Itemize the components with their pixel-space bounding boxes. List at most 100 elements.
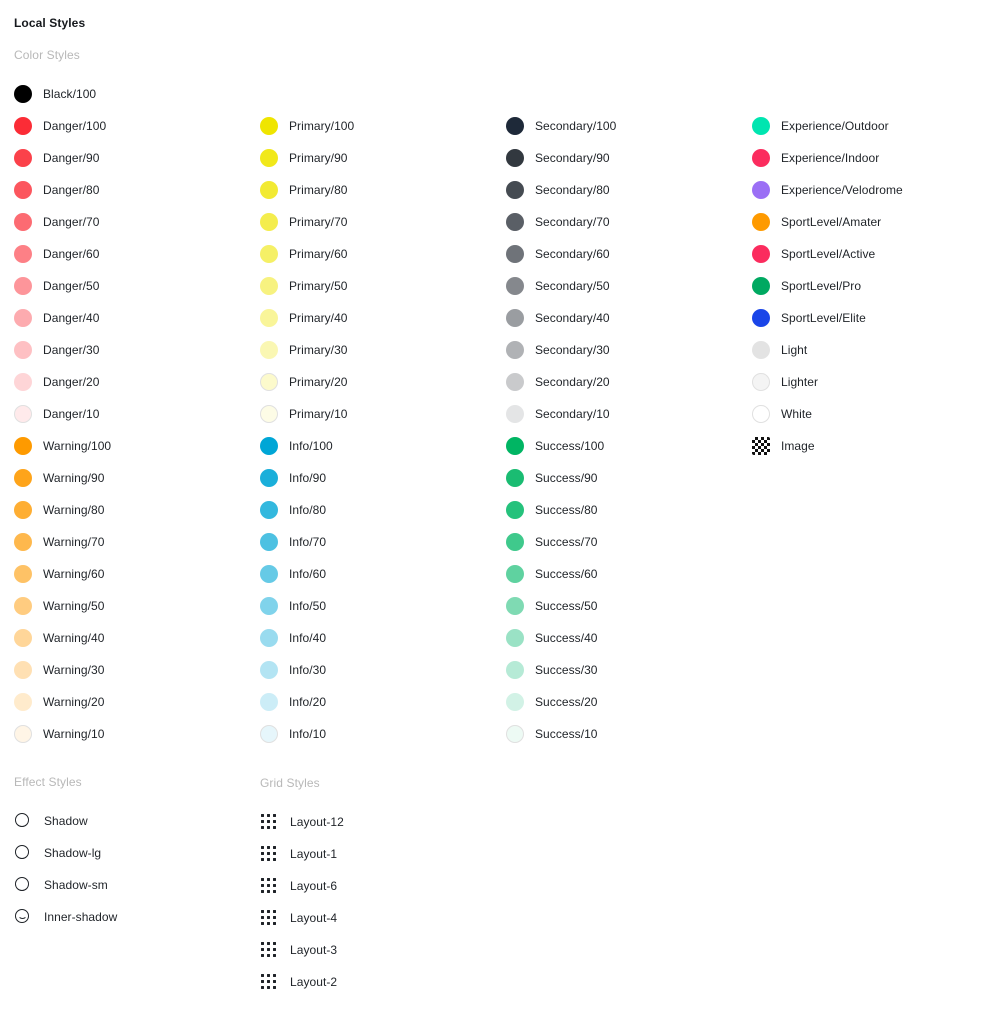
color-style-row[interactable]: Secondary/50	[492, 270, 738, 302]
color-style-row[interactable]: Success/100	[492, 430, 738, 462]
color-style-row[interactable]: Danger/40	[0, 302, 246, 334]
color-style-row[interactable]: Warning/10	[0, 718, 246, 750]
color-style-row[interactable]: Info/70	[246, 526, 492, 558]
color-style-row[interactable]: SportLevel/Active	[738, 238, 984, 270]
color-style-row[interactable]: Info/50	[246, 590, 492, 622]
color-style-row[interactable]: Danger/100	[0, 110, 246, 142]
color-style-row[interactable]: Primary/60	[246, 238, 492, 270]
color-style-row[interactable]: Info/40	[246, 622, 492, 654]
color-style-row[interactable]: Warning/50	[0, 590, 246, 622]
color-style-row[interactable]: Info/10	[246, 718, 492, 750]
color-style-row[interactable]: Secondary/10	[492, 398, 738, 430]
color-style-row[interactable]: Primary/80	[246, 174, 492, 206]
color-style-row[interactable]: Success/70	[492, 526, 738, 558]
color-style-row[interactable]: Warning/20	[0, 686, 246, 718]
color-style-row[interactable]: White	[738, 398, 984, 430]
color-style-row[interactable]: SportLevel/Elite	[738, 302, 984, 334]
color-style-row[interactable]: Info/30	[246, 654, 492, 686]
color-style-name: Success/70	[535, 535, 598, 549]
color-style-row[interactable]: Secondary/30	[492, 334, 738, 366]
color-style-row[interactable]: Success/40	[492, 622, 738, 654]
color-style-row[interactable]: Success/60	[492, 558, 738, 590]
color-style-row[interactable]: Danger/70	[0, 206, 246, 238]
grid-style-row[interactable]: Layout-12	[246, 806, 492, 838]
color-style-row[interactable]: Experience/Indoor	[738, 142, 984, 174]
color-style-row[interactable]: Success/80	[492, 494, 738, 526]
color-style-name: Danger/50	[43, 279, 100, 293]
color-style-row[interactable]: Success/50	[492, 590, 738, 622]
color-style-row[interactable]: Danger/90	[0, 142, 246, 174]
color-style-row[interactable]: Danger/80	[0, 174, 246, 206]
color-swatch-secondary-60	[506, 245, 524, 263]
color-style-name: Warning/70	[43, 535, 105, 549]
color-style-row[interactable]: Success/30	[492, 654, 738, 686]
effect-style-row[interactable]: Shadow	[0, 805, 246, 837]
color-style-row[interactable]: Lighter	[738, 366, 984, 398]
color-style-row[interactable]: SportLevel/Pro	[738, 270, 984, 302]
color-style-row[interactable]: Secondary/60	[492, 238, 738, 270]
color-style-name: Warning/10	[43, 727, 105, 741]
color-style-row[interactable]: Warning/90	[0, 462, 246, 494]
color-swatch-danger-60	[14, 245, 32, 263]
color-style-row[interactable]: SportLevel/Amater	[738, 206, 984, 238]
color-style-row[interactable]: Secondary/100	[492, 110, 738, 142]
color-style-row[interactable]: Warning/100	[0, 430, 246, 462]
color-style-row[interactable]: Light	[738, 334, 984, 366]
color-style-name: Secondary/30	[535, 343, 610, 357]
color-style-row[interactable]: Secondary/20	[492, 366, 738, 398]
color-style-name: Primary/30	[289, 343, 348, 357]
color-style-row[interactable]: Warning/70	[0, 526, 246, 558]
color-swatch-secondary-80	[506, 181, 524, 199]
color-style-row[interactable]: Black/100	[0, 78, 246, 110]
color-style-name: Info/10	[289, 727, 327, 741]
color-style-name: Warning/90	[43, 471, 105, 485]
color-style-row[interactable]: Experience/Outdoor	[738, 110, 984, 142]
color-style-row[interactable]: Info/60	[246, 558, 492, 590]
color-style-row[interactable]: Danger/30	[0, 334, 246, 366]
color-style-row[interactable]: Info/90	[246, 462, 492, 494]
color-swatch-primary-90	[260, 149, 278, 167]
color-swatch-lighter	[752, 373, 770, 391]
color-style-row[interactable]: Secondary/80	[492, 174, 738, 206]
effect-style-row[interactable]: Inner-shadow	[0, 901, 246, 933]
grid-style-row[interactable]: Layout-1	[246, 838, 492, 870]
grid-style-row[interactable]: Layout-2	[246, 966, 492, 998]
color-style-row[interactable]: Primary/20	[246, 366, 492, 398]
color-style-row[interactable]: Info/100	[246, 430, 492, 462]
effect-style-row[interactable]: Shadow-lg	[0, 837, 246, 869]
effect-style-row[interactable]: Shadow-sm	[0, 869, 246, 901]
color-swatch-danger-100	[14, 117, 32, 135]
color-style-row[interactable]: Primary/90	[246, 142, 492, 174]
color-style-row[interactable]: Secondary/90	[492, 142, 738, 174]
color-style-row[interactable]: Primary/40	[246, 302, 492, 334]
color-style-row[interactable]: Primary/100	[246, 110, 492, 142]
color-style-row[interactable]: Primary/10	[246, 398, 492, 430]
color-style-row[interactable]: Success/10	[492, 718, 738, 750]
color-style-row[interactable]: Primary/30	[246, 334, 492, 366]
color-style-row[interactable]: Warning/30	[0, 654, 246, 686]
grid-style-row[interactable]: Layout-3	[246, 934, 492, 966]
color-style-row[interactable]: Danger/50	[0, 270, 246, 302]
grid-style-row[interactable]: Layout-4	[246, 902, 492, 934]
color-swatch-primary-60	[260, 245, 278, 263]
color-style-row[interactable]: Experience/Velodrome	[738, 174, 984, 206]
color-style-row[interactable]: Warning/40	[0, 622, 246, 654]
color-style-row[interactable]: Secondary/70	[492, 206, 738, 238]
color-style-row[interactable]: Success/20	[492, 686, 738, 718]
color-style-row[interactable]: Danger/60	[0, 238, 246, 270]
color-style-row[interactable]: Primary/50	[246, 270, 492, 302]
color-style-row[interactable]: Secondary/40	[492, 302, 738, 334]
color-style-name: Danger/100	[43, 119, 107, 133]
color-style-row[interactable]: Primary/70	[246, 206, 492, 238]
color-style-row[interactable]: Success/90	[492, 462, 738, 494]
color-style-name: Danger/80	[43, 183, 100, 197]
color-swatch-sportlevel-elite	[752, 309, 770, 327]
color-style-row[interactable]: Warning/60	[0, 558, 246, 590]
color-style-row[interactable]: Info/20	[246, 686, 492, 718]
color-style-row[interactable]: Warning/80	[0, 494, 246, 526]
color-style-row[interactable]: Danger/20	[0, 366, 246, 398]
color-style-row[interactable]: Image	[738, 430, 984, 462]
color-style-row[interactable]: Info/80	[246, 494, 492, 526]
color-style-row[interactable]: Danger/10	[0, 398, 246, 430]
grid-style-row[interactable]: Layout-6	[246, 870, 492, 902]
